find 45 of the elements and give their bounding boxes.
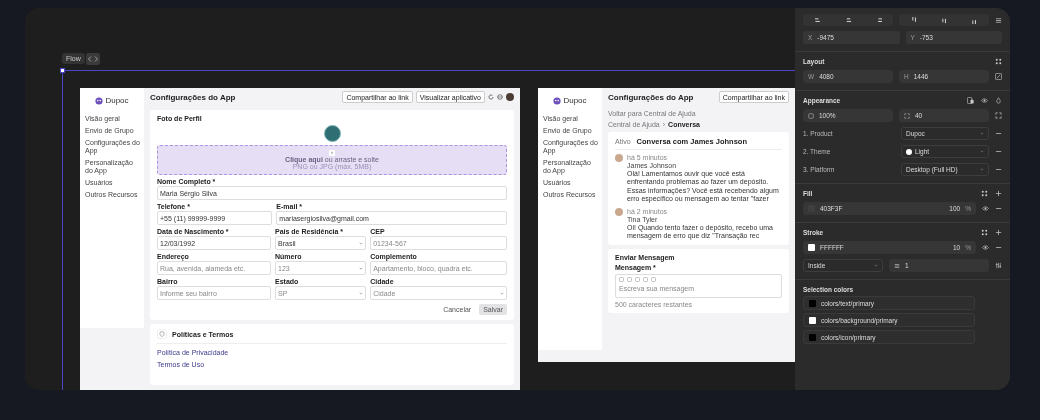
page-title: Configurações do App — [608, 92, 694, 102]
minus-icon[interactable] — [995, 148, 1002, 155]
align-icon[interactable] — [814, 16, 822, 24]
chevron-down-icon — [980, 168, 984, 171]
minus-icon[interactable] — [995, 130, 1002, 137]
grid-icon[interactable] — [981, 190, 988, 197]
minus-icon[interactable] — [995, 244, 1002, 251]
plus-icon[interactable] — [995, 229, 1002, 236]
page-title: Configurações do App — [150, 92, 236, 102]
plus-icon[interactable] — [995, 190, 1002, 197]
eye-icon[interactable] — [982, 244, 989, 251]
drop-icon[interactable] — [995, 97, 1002, 104]
align-icon[interactable] — [844, 16, 852, 24]
align-icon[interactable] — [910, 16, 918, 24]
minus-icon[interactable] — [995, 205, 1002, 212]
eye-icon[interactable] — [982, 205, 989, 212]
globe-icon[interactable] — [497, 94, 503, 100]
chevron-down-icon — [980, 150, 984, 153]
distribute-icon[interactable] — [995, 16, 1002, 24]
style-icon[interactable] — [967, 97, 974, 104]
upload-icon — [329, 150, 335, 156]
sliders-icon[interactable] — [995, 262, 1002, 269]
brand-name: Dupoc — [105, 96, 129, 105]
grid-icon[interactable] — [995, 58, 1002, 65]
lines-icon — [894, 262, 900, 269]
shield-icon — [157, 329, 167, 339]
avatar — [615, 154, 623, 162]
corners-icon[interactable] — [995, 112, 1002, 119]
eye-icon[interactable] — [981, 97, 988, 104]
minus-icon[interactable] — [995, 166, 1002, 173]
chevron-down-icon — [980, 132, 984, 135]
resize-handle[interactable] — [60, 68, 65, 73]
align-icon[interactable] — [940, 16, 948, 24]
chevron-down-icon — [874, 264, 878, 267]
logo-icon — [95, 96, 104, 105]
brand-name: Dupoc — [563, 96, 587, 105]
avatar — [615, 207, 623, 216]
corners-icon — [904, 112, 910, 119]
grid-icon[interactable] — [981, 229, 988, 236]
resize-icon[interactable] — [995, 73, 1002, 80]
profile-photo-placeholder — [323, 125, 341, 142]
logo-icon — [553, 96, 562, 105]
avatar[interactable] — [506, 93, 514, 101]
code-icon[interactable] — [86, 53, 100, 65]
chevron-down-icon — [500, 291, 504, 295]
